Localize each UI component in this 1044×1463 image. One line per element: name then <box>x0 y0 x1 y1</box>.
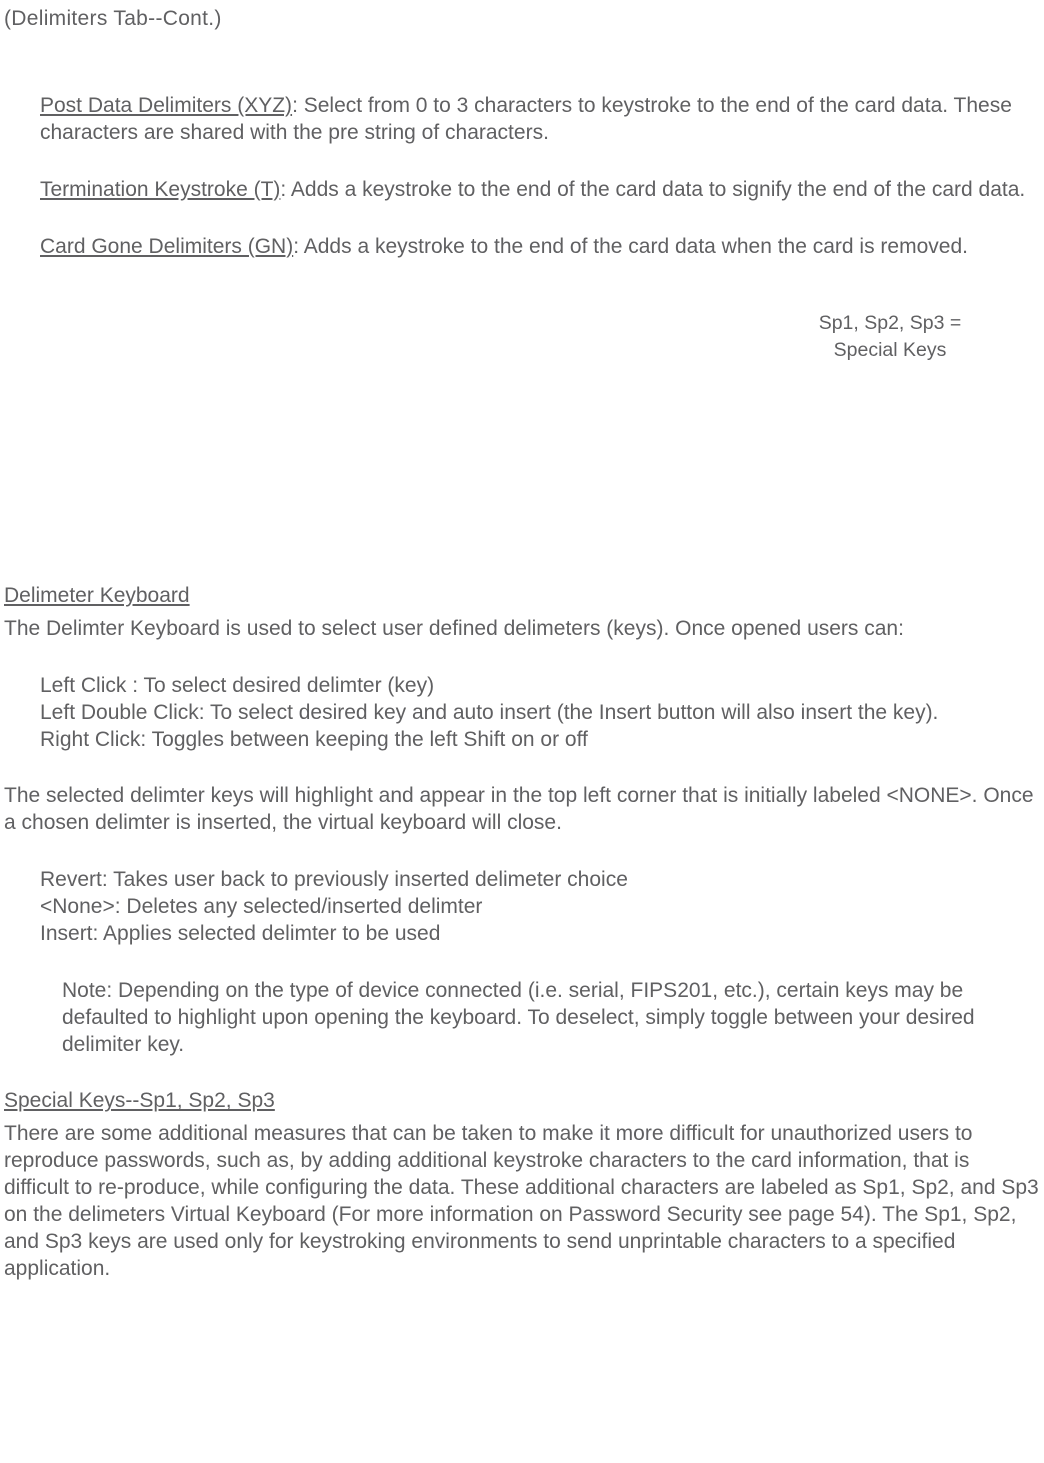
post-data-delimiters-heading: Post Data Delimiters (XYZ) <box>40 94 292 117</box>
right-click-line: Right Click: Toggles between keeping the… <box>0 727 1044 754</box>
left-click-line: Left Click : To select desired delimter … <box>0 673 1044 700</box>
card-gone-delimiters-heading: Card Gone Delimiters (GN) <box>40 235 293 258</box>
card-gone-delimiters-body: : Adds a keystroke to the end of the car… <box>293 235 968 258</box>
special-keys-heading: Special Keys--Sp1, Sp2, Sp3 <box>0 1088 1044 1115</box>
none-line: <None>: Deletes any selected/inserted de… <box>0 894 1044 921</box>
delimiter-keyboard-note: Note: Depending on the type of device co… <box>0 978 1044 1059</box>
revert-line: Revert: Takes user back to previously in… <box>0 867 1044 894</box>
termination-keystroke-paragraph: Termination Keystroke (T): Adds a keystr… <box>0 177 1044 204</box>
post-data-delimiters-paragraph: Post Data Delimiters (XYZ): Select from … <box>0 93 1044 147</box>
left-double-click-line: Left Double Click: To select desired key… <box>0 700 1044 727</box>
delimiter-keyboard-paragraph-2: The selected delimter keys will highligh… <box>0 783 1044 837</box>
card-gone-delimiters-paragraph: Card Gone Delimiters (GN): Adds a keystr… <box>0 234 1044 261</box>
termination-keystroke-heading: Termination Keystroke (T) <box>40 178 280 201</box>
special-keys-body: There are some additional measures that … <box>0 1121 1044 1282</box>
side-note-line-2: Special Keys <box>790 337 990 363</box>
delimiter-keyboard-intro: The Delimter Keyboard is used to select … <box>0 616 1044 643</box>
page-title: (Delimiters Tab--Cont.) <box>0 6 1044 33</box>
document-page: (Delimiters Tab--Cont.) Post Data Delimi… <box>0 6 1044 1283</box>
special-keys-side-note: Sp1, Sp2, Sp3 = Special Keys <box>790 310 990 363</box>
delimiter-keyboard-heading: Delimeter Keyboard <box>0 583 1044 610</box>
insert-line: Insert: Applies selected delimter to be … <box>0 921 1044 948</box>
termination-keystroke-body: : Adds a keystroke to the end of the car… <box>280 178 1025 201</box>
side-note-line-1: Sp1, Sp2, Sp3 = <box>790 310 990 336</box>
